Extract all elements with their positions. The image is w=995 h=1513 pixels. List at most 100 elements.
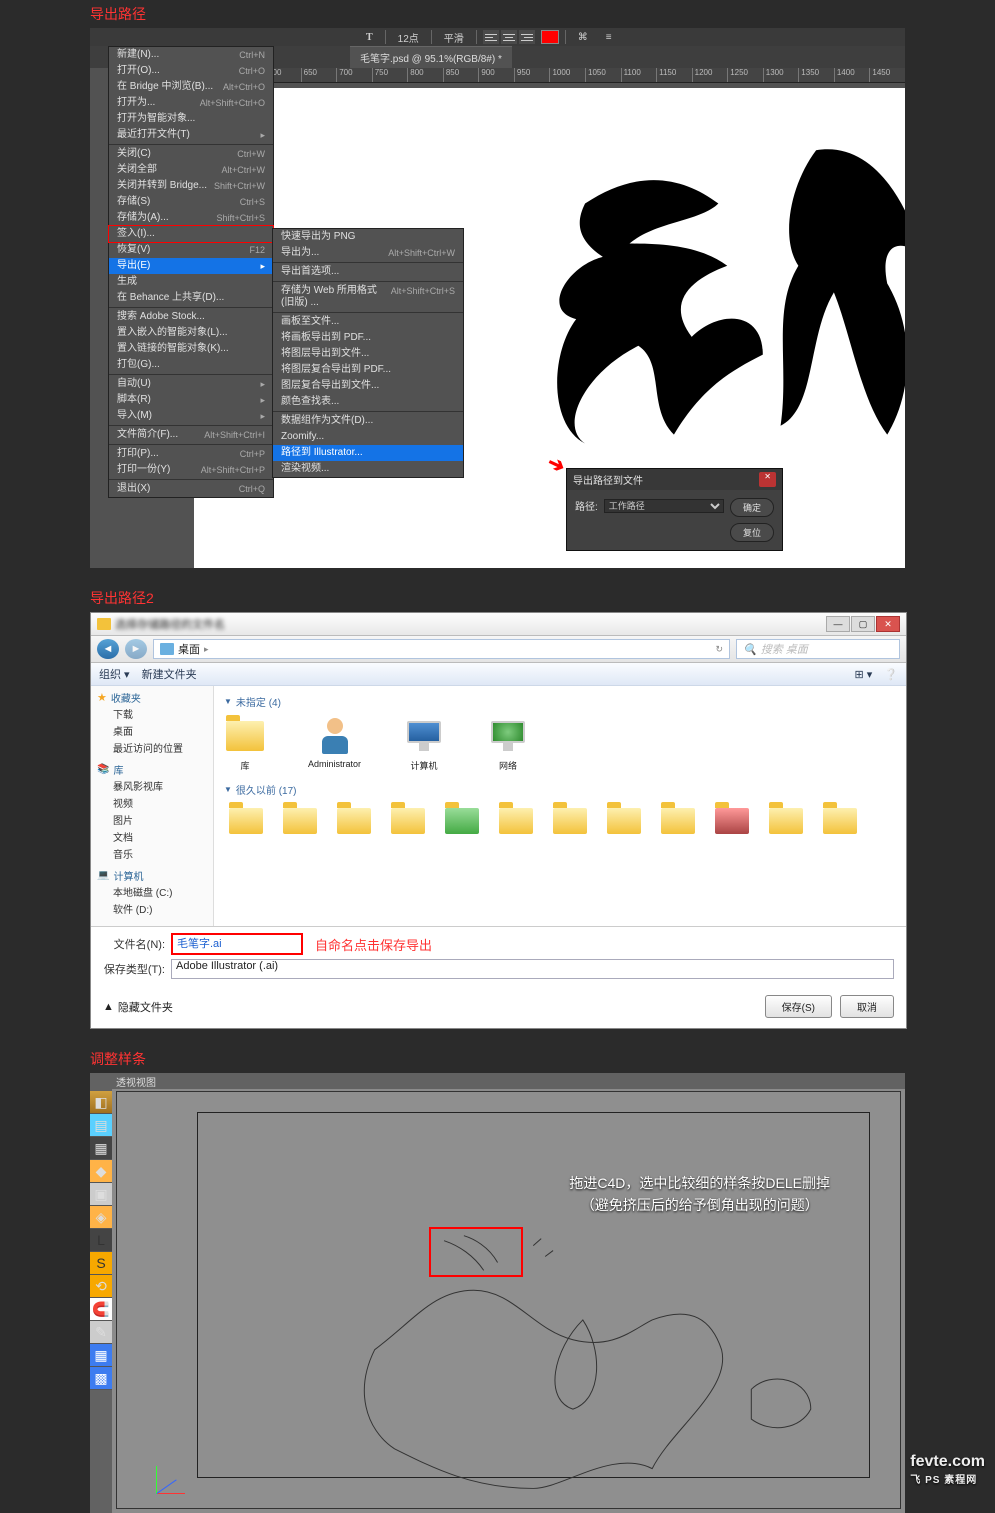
sidebar-item[interactable]: 下载: [97, 705, 207, 722]
menu-item[interactable]: 搜索 Adobe Stock...: [109, 309, 273, 325]
tool-icon[interactable]: ⟲: [90, 1275, 112, 1298]
menu-item[interactable]: 置入嵌入的智能对象(L)...: [109, 325, 273, 341]
menu-item[interactable]: 在 Behance 上共享(D)...: [109, 290, 273, 306]
submenu-item[interactable]: 路径到 Illustrator...: [273, 445, 463, 461]
submenu-item[interactable]: 存储为 Web 所用格式 (旧版) ...Alt+Shift+Ctrl+S: [273, 283, 463, 311]
panel-toggle-icon[interactable]: ≡: [600, 32, 618, 43]
submenu-item[interactable]: 渲染视频...: [273, 461, 463, 477]
list-item[interactable]: 网络: [487, 715, 529, 772]
menu-item[interactable]: 退出(X)Ctrl+Q: [109, 481, 273, 497]
forward-button[interactable]: ►: [125, 639, 147, 659]
menu-item[interactable]: 关闭全部Alt+Ctrl+W: [109, 162, 273, 178]
menu-item[interactable]: 生成: [109, 274, 273, 290]
align-center-icon[interactable]: [501, 30, 517, 44]
sidebar-favorites[interactable]: ★收藏夹: [97, 690, 207, 705]
list-item[interactable]: [764, 799, 808, 843]
submenu-item[interactable]: 将图层导出到文件...: [273, 346, 463, 362]
list-item[interactable]: [440, 799, 484, 843]
list-item[interactable]: [224, 799, 268, 843]
menu-item[interactable]: 导出(E)▸: [109, 258, 273, 274]
help-icon[interactable]: ❔: [884, 668, 898, 681]
align-right-icon[interactable]: [519, 30, 535, 44]
menu-item[interactable]: 最近打开文件(T)▸: [109, 127, 273, 143]
close-icon[interactable]: ✕: [876, 616, 900, 632]
menu-item[interactable]: 关闭并转到 Bridge...Shift+Ctrl+W: [109, 178, 273, 194]
submenu-item[interactable]: 颜色查找表...: [273, 394, 463, 410]
antialias[interactable]: 平滑: [438, 30, 470, 45]
menu-item[interactable]: 打印一份(Y)Alt+Shift+Ctrl+P: [109, 462, 273, 478]
tool-icon[interactable]: ▦: [90, 1137, 112, 1160]
list-item[interactable]: [386, 799, 430, 843]
tool-icon[interactable]: ▣: [90, 1183, 112, 1206]
organize-menu[interactable]: 组织 ▾: [99, 666, 130, 682]
sidebar-libraries[interactable]: 📚 库: [97, 762, 207, 777]
list-item[interactable]: [548, 799, 592, 843]
menu-item[interactable]: 存储(S)Ctrl+S: [109, 194, 273, 210]
sidebar-item[interactable]: 音乐: [97, 845, 207, 862]
menu-item[interactable]: 新建(N)...Ctrl+N: [109, 47, 273, 63]
chevron-right-icon[interactable]: ▸: [204, 644, 209, 655]
menu-item[interactable]: 置入链接的智能对象(K)...: [109, 341, 273, 357]
sidebar-item[interactable]: 图片: [97, 811, 207, 828]
menu-item[interactable]: 打印(P)...Ctrl+P: [109, 446, 273, 462]
align-left-icon[interactable]: [483, 30, 499, 44]
path-select[interactable]: 工作路径: [604, 499, 724, 513]
submenu-item[interactable]: 数据组作为文件(D)...: [273, 413, 463, 429]
back-button[interactable]: ◄: [97, 639, 119, 659]
menu-item[interactable]: 导入(M)▸: [109, 408, 273, 424]
sidebar-computer[interactable]: 💻 计算机: [97, 868, 207, 883]
breadcrumb-seg[interactable]: 桌面: [178, 641, 200, 657]
group-header[interactable]: ▼很久以前 (17): [224, 782, 896, 797]
tool-icon[interactable]: ◆: [90, 1160, 112, 1183]
filetype-select[interactable]: Adobe Illustrator (.ai): [171, 959, 894, 979]
submenu-item[interactable]: 快速导出为 PNG: [273, 229, 463, 245]
group-header[interactable]: ▼未指定 (4): [224, 694, 896, 709]
tool-icon[interactable]: S: [90, 1252, 112, 1275]
submenu-item[interactable]: 导出首选项...: [273, 264, 463, 280]
search-input[interactable]: 🔍 搜索 桌面: [736, 639, 900, 659]
cancel-button[interactable]: 取消: [840, 995, 894, 1018]
move-tool-icon[interactable]: L: [90, 1229, 112, 1252]
submenu-item[interactable]: 画板至文件...: [273, 314, 463, 330]
sidebar-item[interactable]: 视频: [97, 794, 207, 811]
sidebar-item[interactable]: 软件 (D:): [97, 900, 207, 917]
tool-icon[interactable]: ◈: [90, 1206, 112, 1229]
new-folder-button[interactable]: 新建文件夹: [142, 666, 197, 682]
menu-item[interactable]: 文件简介(F)...Alt+Shift+Ctrl+I: [109, 427, 273, 443]
maximize-icon[interactable]: ▢: [851, 616, 875, 632]
menu-item[interactable]: 恢复(V)F12: [109, 242, 273, 258]
save-button[interactable]: 保存(S): [765, 995, 832, 1018]
list-item[interactable]: [656, 799, 700, 843]
list-item[interactable]: Administrator: [308, 715, 361, 772]
list-item[interactable]: 库: [224, 715, 266, 772]
list-item[interactable]: [818, 799, 862, 843]
list-item[interactable]: [602, 799, 646, 843]
close-icon[interactable]: ✕: [759, 472, 776, 487]
sidebar-item[interactable]: 文档: [97, 828, 207, 845]
list-item[interactable]: [710, 799, 754, 843]
menu-item[interactable]: 打开为智能对象...: [109, 111, 273, 127]
menu-item[interactable]: 在 Bridge 中浏览(B)...Alt+Ctrl+O: [109, 79, 273, 95]
tool-icon[interactable]: ▤: [90, 1114, 112, 1137]
menu-item[interactable]: 打开为...Alt+Shift+Ctrl+O: [109, 95, 273, 111]
tool-icon[interactable]: ▩: [90, 1367, 112, 1390]
list-item[interactable]: [494, 799, 538, 843]
menu-item[interactable]: 自动(U)▸: [109, 376, 273, 392]
reset-button[interactable]: 复位: [730, 523, 774, 542]
hide-folders-toggle[interactable]: ▲隐藏文件夹: [103, 999, 173, 1015]
cube-icon[interactable]: ◧: [90, 1091, 112, 1114]
type-tool-icon[interactable]: T: [360, 32, 379, 43]
sidebar-item[interactable]: 最近访问的位置: [97, 739, 207, 756]
ok-button[interactable]: 确定: [730, 498, 774, 517]
menu-item[interactable]: 关闭(C)Ctrl+W: [109, 146, 273, 162]
submenu-item[interactable]: 图层复合导出到文件...: [273, 378, 463, 394]
submenu-item[interactable]: Zoomify...: [273, 429, 463, 445]
menu-item[interactable]: 存储为(A)...Shift+Ctrl+S: [109, 210, 273, 226]
menu-item[interactable]: 签入(I)...: [109, 226, 273, 242]
menu-item[interactable]: 打开(O)...Ctrl+O: [109, 63, 273, 79]
submenu-item[interactable]: 导出为...Alt+Shift+Ctrl+W: [273, 245, 463, 261]
tool-icon[interactable]: ✎: [90, 1321, 112, 1344]
text-color-swatch[interactable]: [541, 30, 559, 44]
minimize-icon[interactable]: —: [826, 616, 850, 632]
refresh-icon[interactable]: ↻: [715, 644, 723, 655]
